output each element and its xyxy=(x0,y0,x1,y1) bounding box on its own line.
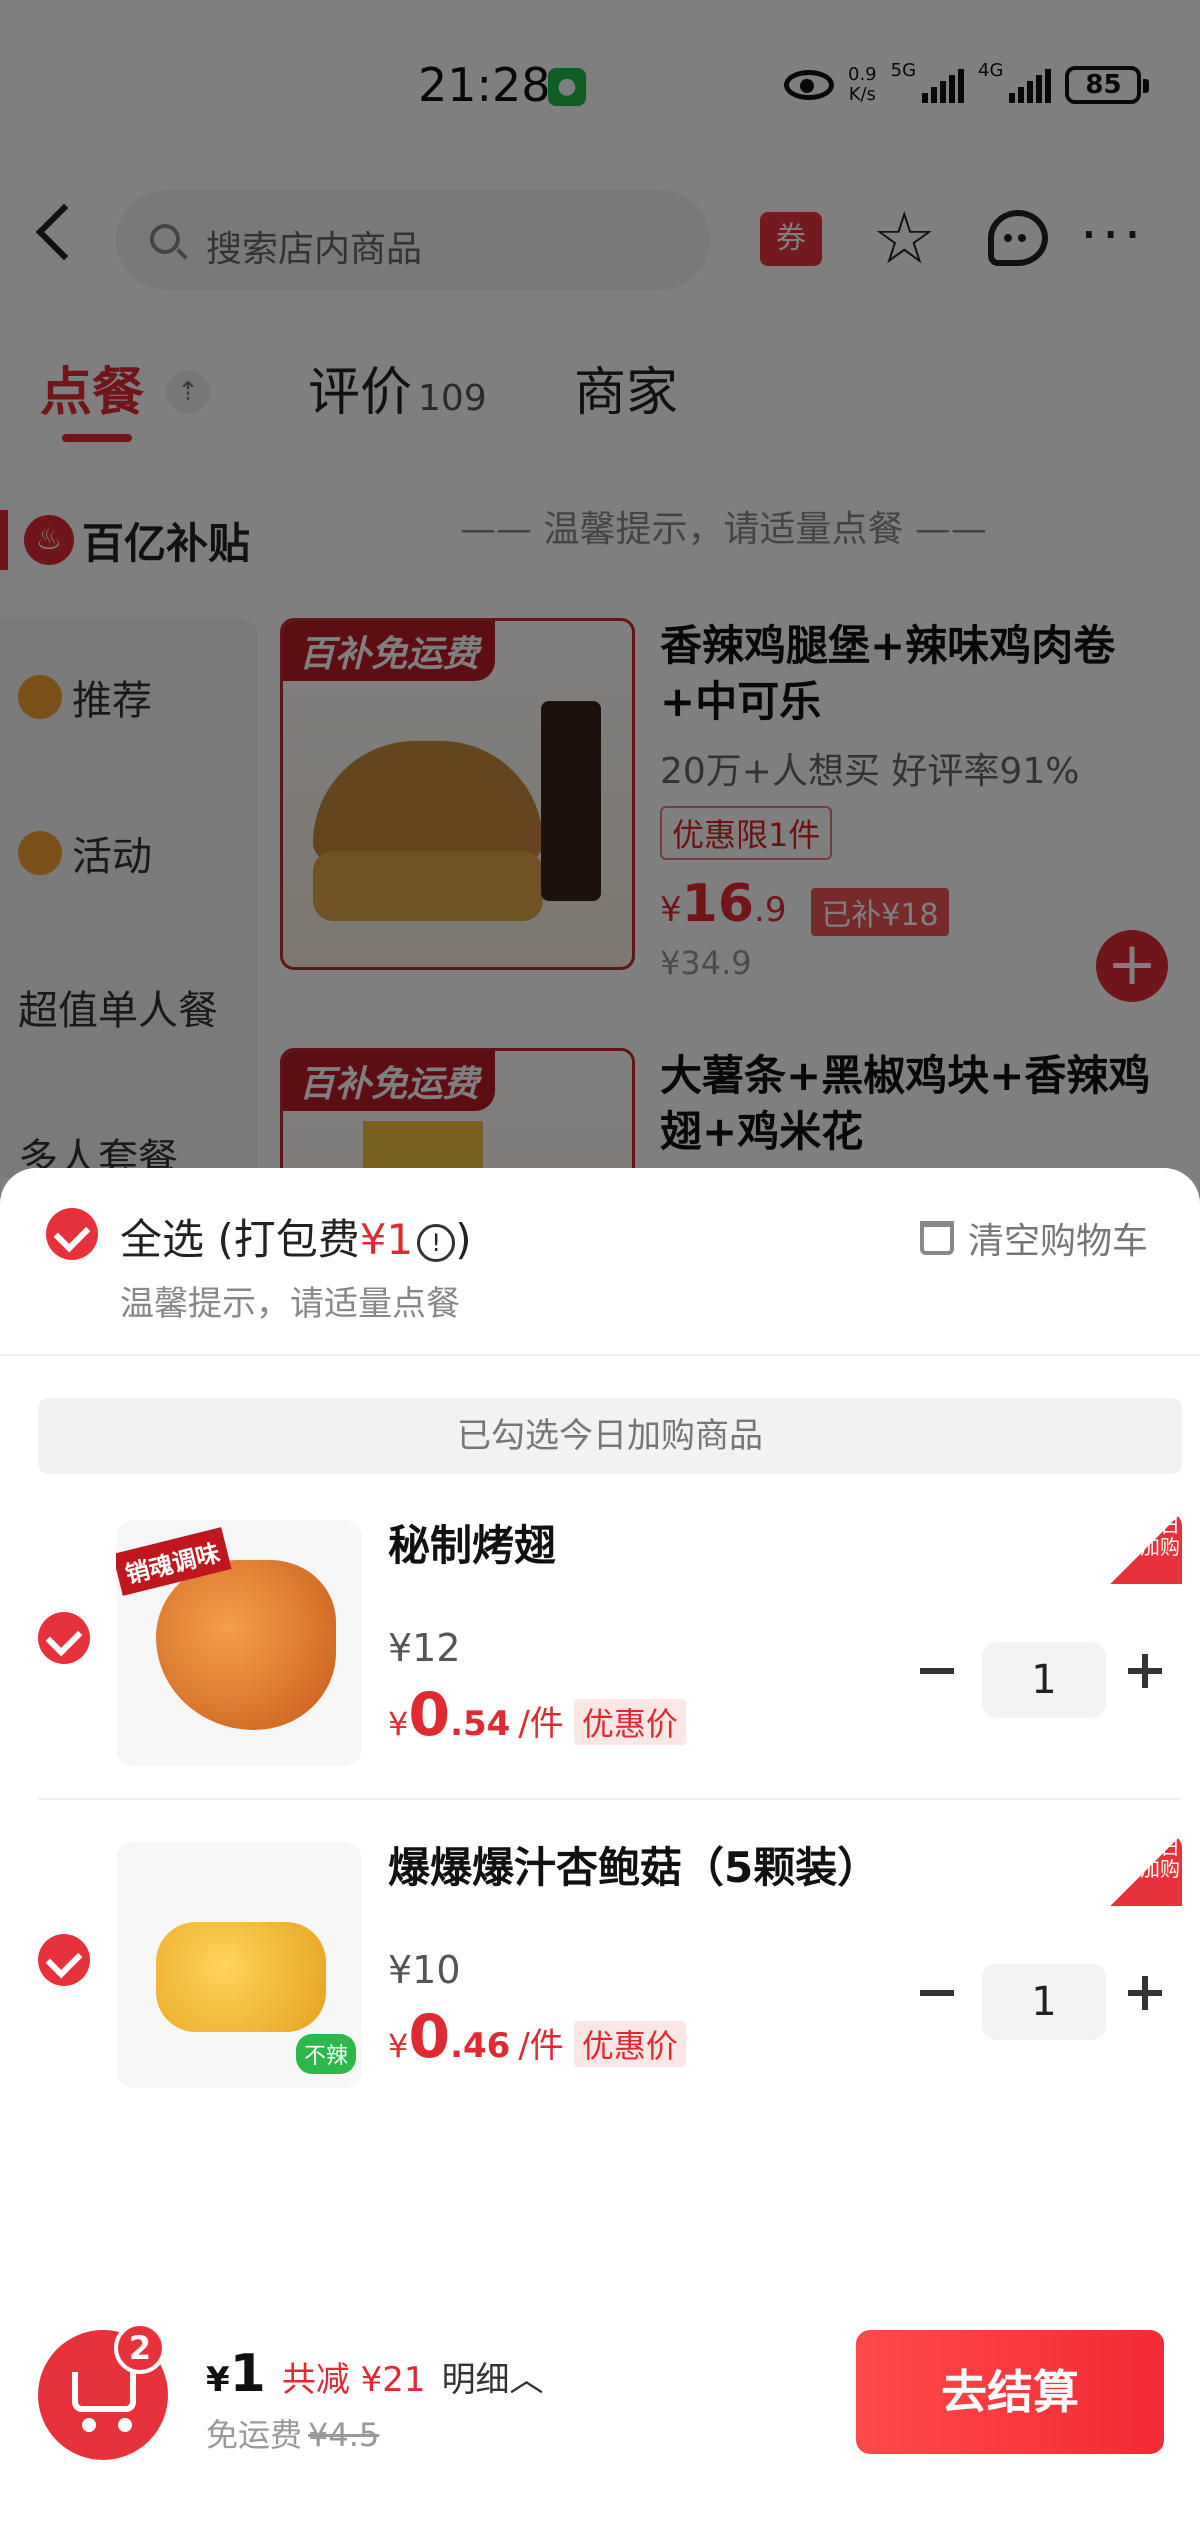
original-delivery-fee: ¥4.5 xyxy=(308,2416,380,2454)
total-currency: ¥ xyxy=(206,2360,230,2400)
cart-item: 销魂调味 秘制烤翅 ¥12 ¥0.54/件 优惠价 今日加购 1 xyxy=(0,1512,1200,1772)
free-delivery-label: 免运费 xyxy=(206,2416,303,2454)
packing-fee-value: ¥1 xyxy=(359,1215,414,1264)
item-original-price: ¥12 xyxy=(388,1626,461,1670)
clear-cart-label: 清空购物车 xyxy=(968,1221,1149,1262)
decrease-quantity-button[interactable] xyxy=(920,1990,954,1996)
quantity-value[interactable]: 1 xyxy=(982,1642,1106,1718)
item-checkbox[interactable] xyxy=(38,1934,90,1986)
select-all-checkbox[interactable] xyxy=(46,1208,98,1260)
total-amount: 1 xyxy=(229,2344,266,2404)
increase-quantity-button[interactable] xyxy=(1128,1976,1162,2010)
cart-count-badge: 2 xyxy=(114,2322,166,2374)
item-checkbox[interactable] xyxy=(38,1612,90,1664)
info-icon[interactable]: ! xyxy=(417,1223,456,1262)
increase-quantity-button[interactable] xyxy=(1128,1654,1162,1688)
select-all-label[interactable]: 全选 (打包费¥1!) xyxy=(120,1206,472,1267)
item-name: 秘制烤翅 xyxy=(388,1521,557,1570)
quantity-value[interactable]: 1 xyxy=(982,1964,1106,2040)
item-image[interactable]: 销魂调味 xyxy=(116,1520,362,1766)
cart-wheel xyxy=(82,2418,96,2432)
price-currency: ¥ xyxy=(388,1705,409,1743)
cart-tip: 温馨提示，请适量点餐 xyxy=(120,1284,460,1324)
decrease-quantity-button[interactable] xyxy=(920,1668,954,1674)
item-image[interactable]: 不辣 xyxy=(116,1842,362,2088)
trash-icon xyxy=(920,1221,954,1255)
item-name: 爆爆爆汁杏鲍菇（5颗装） xyxy=(388,1843,880,1892)
select-all-text: 全选 xyxy=(120,1215,205,1264)
price-unit: /件 xyxy=(518,2026,564,2066)
today-addon-label: 今日加购 xyxy=(1140,1513,1180,1559)
packing-fee-prefix: (打包费 xyxy=(217,1215,360,1264)
cart-basket-shape xyxy=(72,2372,136,2412)
item-deal-price: ¥0.54/件 优惠价 xyxy=(388,1680,686,1750)
divider xyxy=(0,1354,1200,1356)
price-currency: ¥ xyxy=(388,2027,409,2065)
today-addon-badge: 今日加购 xyxy=(1110,1512,1182,1584)
cart-item: 不辣 爆爆爆汁杏鲍菇（5颗装） ¥10 ¥0.46/件 优惠价 今日加购 1 xyxy=(0,1834,1200,2094)
added-today-banner: 已勾选今日加购商品 xyxy=(38,1398,1182,1474)
item-deal-price: ¥0.46/件 优惠价 xyxy=(388,2002,686,2072)
price-decimal: .46 xyxy=(450,2026,511,2066)
today-addon-badge: 今日加购 xyxy=(1110,1834,1182,1906)
price-detail-toggle[interactable]: 明细︿ xyxy=(442,2352,544,2401)
packing-fee-suffix: ) xyxy=(455,1215,472,1264)
price-decimal: .54 xyxy=(450,1704,511,1744)
wings-image xyxy=(156,1560,336,1730)
checkout-button[interactable]: 去结算 xyxy=(856,2330,1164,2454)
mushroom-nuggets-image xyxy=(156,1922,326,2032)
clear-cart-button[interactable]: 清空购物车 xyxy=(920,1212,1148,1264)
total-discount: 共减 ¥21 xyxy=(281,2360,426,2400)
delivery-fee: 免运费 ¥4.5 xyxy=(206,2410,379,2456)
item-divider xyxy=(38,1798,1182,1800)
item-original-price: ¥10 xyxy=(388,1948,461,1992)
deal-price-tag: 优惠价 xyxy=(573,2021,686,2067)
cart-total: ¥ 1 共减 ¥21 明细︿ xyxy=(206,2344,544,2404)
price-integer: 0 xyxy=(408,2002,451,2072)
price-integer: 0 xyxy=(408,1680,451,1750)
today-addon-label: 今日加购 xyxy=(1140,1835,1180,1881)
deal-price-tag: 优惠价 xyxy=(573,1699,686,1745)
price-unit: /件 xyxy=(518,1704,564,1744)
cart-wheel xyxy=(118,2418,132,2432)
image-tag: 不辣 xyxy=(295,2034,356,2074)
